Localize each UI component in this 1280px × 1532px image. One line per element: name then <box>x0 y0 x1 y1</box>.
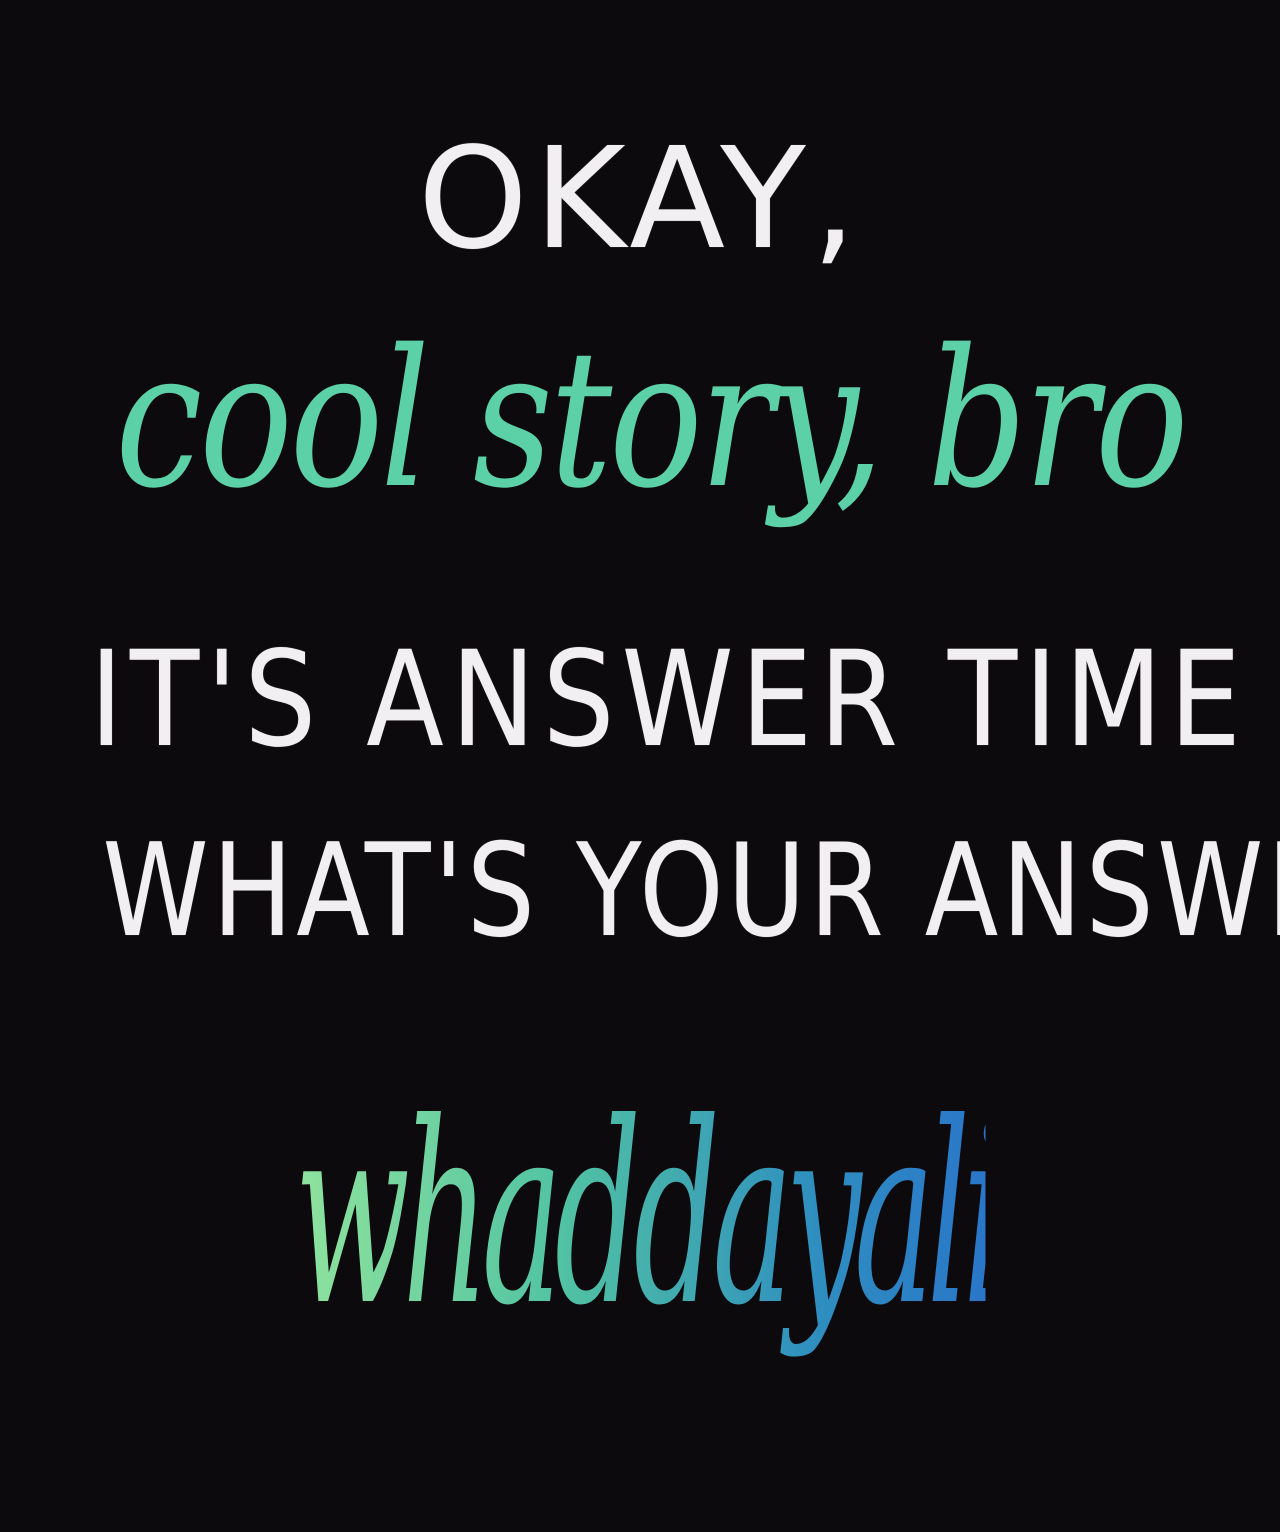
cool-story-line: cool story, bro <box>115 309 1189 530</box>
whaddayalikedafuk-line: whaddayalikedafuk? <box>294 1045 1280 1385</box>
whats-your-answer-line: WHAT'S YOUR ANSWER? <box>102 817 1280 966</box>
answer-time-line: IT'S ANSWER TIME <box>89 623 1248 777</box>
okay-line: OKAY, <box>417 118 863 281</box>
lettering-canvas: OKAY, cool story, bro IT'S ANSWER TIME W… <box>0 0 1280 1532</box>
